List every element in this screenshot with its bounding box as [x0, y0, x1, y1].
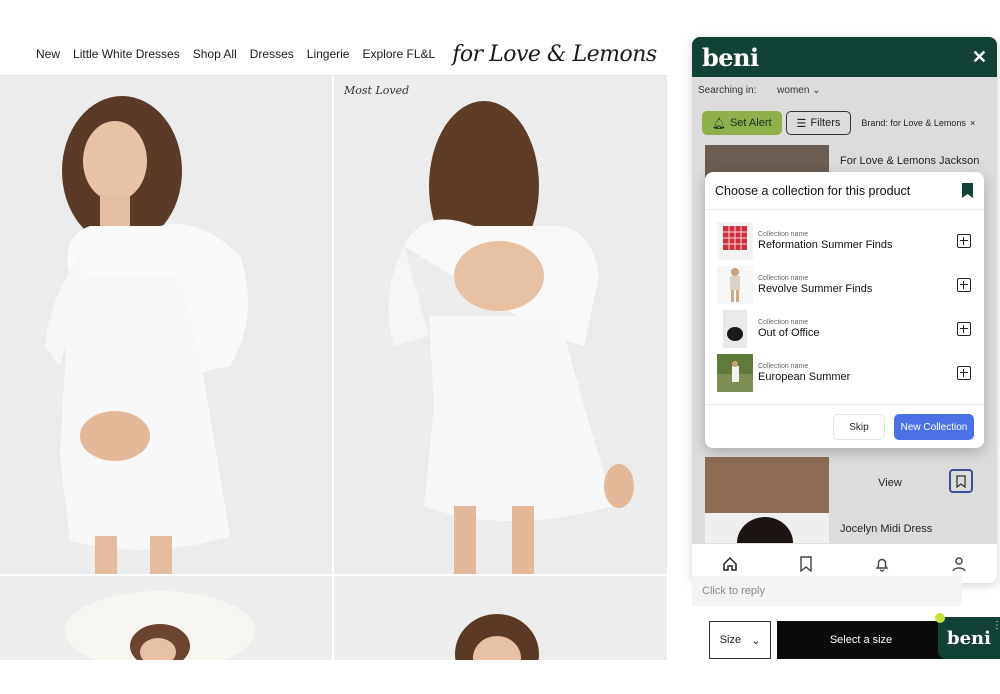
size-select[interactable]: Size ⌄ — [709, 621, 771, 659]
hat-model-illustration — [0, 576, 332, 660]
bookmark-icon[interactable] — [799, 555, 813, 572]
more-vertical-icon[interactable]: ⋮ — [992, 620, 1000, 631]
nav-link-dresses[interactable]: Dresses — [250, 47, 294, 61]
product-image-closeup[interactable] — [334, 576, 667, 660]
bell-icon: 🔔︎ — [712, 117, 726, 130]
collection-name: Reformation Summer Finds — [758, 239, 893, 251]
add-square-icon[interactable] — [957, 322, 971, 336]
result-thumbnail — [705, 457, 829, 517]
top-navigation: New Little White Dresses Shop All Dresse… — [0, 36, 657, 72]
collection-thumbnail — [717, 266, 753, 304]
closeup-model-illustration — [334, 576, 667, 660]
product-image-grid: Most Loved — [0, 76, 667, 660]
collection-text: Collection name Out of Office — [758, 319, 820, 339]
collection-item[interactable]: Collection name European Summer — [717, 354, 973, 392]
new-collection-button[interactable]: New Collection — [894, 414, 974, 440]
remove-icon[interactable]: × — [970, 118, 975, 128]
collection-label: Collection name — [758, 231, 809, 238]
reply-input[interactable]: Click to reply — [692, 576, 962, 606]
size-label: Size — [719, 634, 742, 646]
profile-icon[interactable] — [951, 556, 967, 572]
nav-link-new[interactable]: New — [36, 47, 60, 61]
collection-text: Collection name European Summer — [758, 363, 850, 383]
beni-header: beni ✕ — [692, 37, 997, 77]
product-image-front[interactable] — [0, 76, 332, 574]
collection-label: Collection name — [758, 275, 809, 282]
collection-item[interactable]: Collection name Out of Office — [717, 310, 973, 348]
bookmark-button[interactable] — [949, 469, 973, 493]
bookmark-filled-icon[interactable] — [961, 182, 974, 199]
view-button[interactable]: View — [852, 470, 928, 496]
nav-link-explore[interactable]: Explore FL&L — [362, 47, 435, 61]
collection-label: Collection name — [758, 319, 809, 326]
collection-name: Revolve Summer Finds — [758, 283, 873, 295]
collection-item[interactable]: Collection name Revolve Summer Finds — [717, 266, 973, 304]
add-square-icon[interactable] — [957, 278, 971, 292]
brand-logo[interactable]: for Love & Lemons — [452, 42, 657, 67]
skip-button[interactable]: Skip — [833, 414, 885, 440]
searching-gender-select[interactable]: women ⌄ — [777, 85, 820, 96]
nav-link-little-white-dresses[interactable]: Little White Dresses — [73, 47, 180, 61]
modal-title: Choose a collection for this product — [715, 183, 911, 198]
result-item[interactable] — [705, 457, 985, 517]
collection-label: Collection name — [758, 363, 809, 370]
result-thumb-illustration — [737, 517, 793, 569]
bell-icon[interactable] — [874, 556, 890, 572]
beni-logo: beni — [702, 42, 759, 72]
result-title: For Love & Lemons Jackson — [840, 155, 980, 167]
modal-divider — [705, 404, 984, 405]
brand-chip-label: Brand: for Love & Lemons — [861, 118, 966, 128]
collection-thumbnail — [723, 310, 747, 348]
home-icon[interactable] — [722, 556, 738, 572]
collection-name: Out of Office — [758, 327, 820, 339]
filters-label: Filters — [810, 117, 841, 129]
sliders-icon: ☰ — [796, 117, 807, 130]
filters-button[interactable]: ☰ Filters — [785, 111, 852, 135]
page: New Little White Dresses Shop All Dresse… — [0, 0, 1000, 694]
close-icon[interactable]: ✕ — [972, 47, 987, 68]
searching-in: Searching in: women ⌄ — [698, 85, 821, 96]
nav-link-shop-all[interactable]: Shop All — [193, 47, 237, 61]
modal-header: Choose a collection for this product — [705, 172, 984, 210]
collection-name: European Summer — [758, 371, 851, 383]
collection-text: Collection name Revolve Summer Finds — [758, 275, 872, 295]
brand-filter-chip[interactable]: Brand: for Love & Lemons × — [855, 111, 981, 135]
add-square-icon[interactable] — [957, 366, 971, 380]
result-title: Jocelyn Midi Dress — [840, 523, 933, 535]
product-image-back[interactable]: Most Loved — [334, 76, 667, 574]
nav-link-lingerie[interactable]: Lingerie — [307, 47, 350, 61]
select-size-button[interactable]: Select a size — [777, 621, 945, 659]
add-square-icon[interactable] — [957, 234, 971, 248]
beni-launcher-button[interactable]: beni — [938, 617, 1000, 659]
searching-label: Searching in: — [698, 85, 757, 96]
collection-text: Collection name Reformation Summer Finds — [758, 231, 893, 251]
dress-back-illustration — [334, 76, 667, 574]
collection-thumbnail — [717, 222, 753, 260]
searching-value: women — [777, 85, 810, 96]
dress-front-illustration — [0, 76, 332, 574]
product-image-hat[interactable] — [0, 576, 332, 660]
set-alert-label: Set Alert — [729, 117, 772, 129]
chevron-down-icon: ⌄ — [751, 634, 761, 647]
collection-thumbnail — [717, 354, 753, 392]
set-alert-button[interactable]: 🔔︎ Set Alert — [702, 111, 782, 135]
choose-collection-modal: Choose a collection for this product Col… — [705, 172, 984, 448]
most-loved-badge: Most Loved — [344, 84, 410, 97]
chevron-down-icon: ⌄ — [812, 85, 821, 96]
notification-dot — [935, 613, 945, 623]
filter-chips: 🔔︎ Set Alert ☰ Filters Brand: for Love &… — [702, 111, 981, 135]
bookmark-icon — [956, 474, 966, 488]
collection-item[interactable]: Collection name Reformation Summer Finds — [717, 222, 973, 260]
